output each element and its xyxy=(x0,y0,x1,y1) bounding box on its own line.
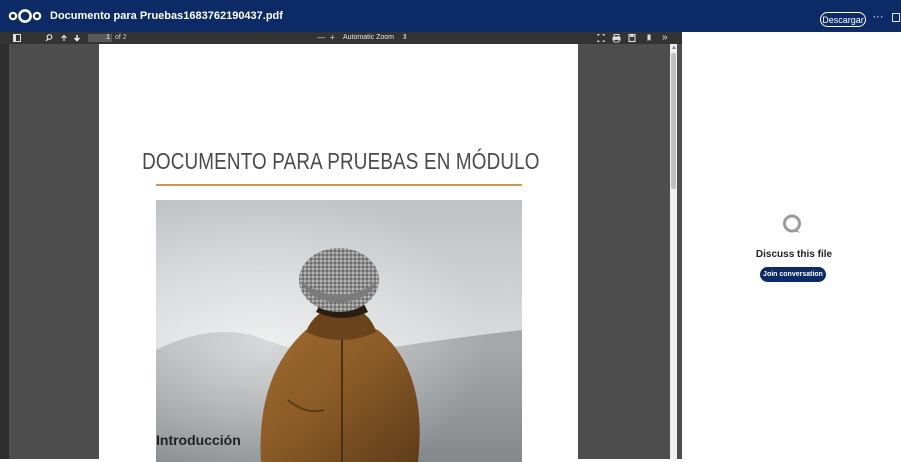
more-actions-button[interactable]: ··· xyxy=(872,10,884,24)
download-button[interactable]: Descargar xyxy=(820,12,866,27)
bookmark-icon[interactable] xyxy=(645,32,653,44)
section-heading: Introducción xyxy=(156,432,241,448)
zoom-select[interactable]: Automatic Zoom ⇕ xyxy=(343,32,408,44)
presentation-mode-icon[interactable] xyxy=(597,32,605,44)
zoom-value: Automatic Zoom xyxy=(343,34,394,41)
discuss-file-label: Discuss this file xyxy=(755,249,833,260)
tools-menu-button[interactable]: » xyxy=(662,32,668,44)
file-title: Documento para Pruebas1683762190437.pdf xyxy=(50,10,283,22)
scrollbar-thumb[interactable] xyxy=(671,53,676,189)
pdf-toolbar: 1 of 2 — + Automatic Zoom ⇕ » xyxy=(0,32,682,44)
app-header: Documento para Pruebas1683762190437.pdf … xyxy=(0,0,901,32)
document-title: DOCUMENTO PARA PRUEBAS EN MÓDULO xyxy=(142,148,540,174)
zoom-out-button[interactable]: — xyxy=(317,32,325,44)
sidebar-view-icon[interactable] xyxy=(13,32,21,44)
sidebar-toggle-icon[interactable] xyxy=(892,13,900,22)
print-icon[interactable] xyxy=(612,32,621,44)
nextcloud-logo-icon[interactable] xyxy=(8,8,42,24)
search-icon[interactable] xyxy=(45,32,53,44)
discussion-sidebar xyxy=(682,32,901,459)
scroll-up-icon[interactable]: ▲ xyxy=(671,45,677,51)
save-icon[interactable] xyxy=(628,32,636,44)
page-count: of 2 xyxy=(115,34,127,41)
page-number-input[interactable]: 1 xyxy=(88,34,112,42)
cover-photo xyxy=(156,200,522,462)
viewer-left-band xyxy=(0,44,9,459)
previous-page-icon[interactable] xyxy=(60,32,68,44)
title-divider xyxy=(156,184,522,186)
zoom-in-button[interactable]: + xyxy=(330,32,335,44)
chevron-down-icon: ⇕ xyxy=(401,34,408,41)
join-conversation-button[interactable]: Join conversation xyxy=(760,267,826,282)
next-page-icon[interactable] xyxy=(73,32,81,44)
pdf-page: DOCUMENTO PARA PRUEBAS EN MÓDULO Introdu… xyxy=(99,44,578,462)
talk-icon xyxy=(783,214,801,233)
